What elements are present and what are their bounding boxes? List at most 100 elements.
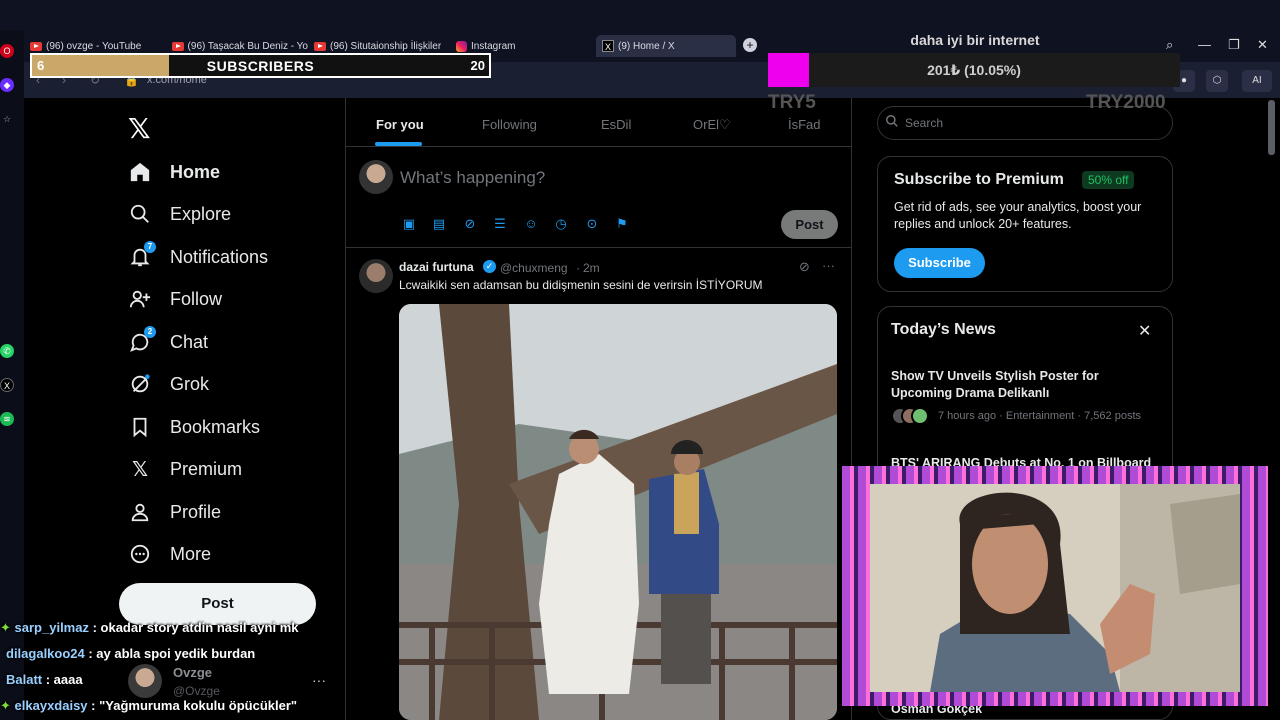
subscriber-goal: 20 (470, 58, 485, 73)
post-button[interactable]: Post (119, 583, 316, 625)
gem-icon: ✦ (0, 620, 11, 635)
sidebar-item-grok[interactable]: Grok (128, 369, 209, 399)
grok-icon[interactable]: ⊘ (799, 259, 810, 275)
x-logo-icon[interactable]: 𝕏 (128, 112, 151, 145)
pin-icon[interactable]: ☆ (0, 112, 14, 126)
tab-for-you[interactable]: For you (376, 117, 424, 132)
image-icon[interactable]: ▣ (401, 216, 417, 232)
divider (345, 146, 852, 147)
opera-icon[interactable]: O (0, 44, 14, 58)
tab-orel[interactable]: OrEl♡ (693, 117, 731, 133)
sidebar-item-label: Premium (170, 458, 243, 479)
close-icon[interactable]: ✕ (1138, 321, 1151, 341)
tweet-author-handle[interactable]: @chuxmeng (500, 261, 568, 275)
grok-icon[interactable]: ⊘ (462, 216, 478, 232)
maximize-button[interactable]: ❐ (1228, 37, 1240, 53)
gem-icon: ✦ (0, 698, 11, 713)
x-icon: 𝕏 (131, 458, 149, 481)
whatsapp-icon[interactable]: ✆ (0, 344, 14, 358)
sidebar-item-chat[interactable]: 2 Chat (128, 326, 209, 357)
grok-icon (128, 372, 152, 396)
compose-avatar[interactable] (359, 160, 393, 194)
flag-icon[interactable]: ⚑ (614, 216, 630, 232)
search-icon (128, 202, 152, 226)
sidebar-item-premium[interactable]: 𝕏 Premium (128, 454, 242, 484)
aria-icon[interactable]: ◆ (0, 78, 14, 92)
chat-username: Balatt (6, 672, 43, 687)
spotify-icon[interactable]: ≋ (0, 412, 14, 426)
instagram-icon (456, 40, 467, 52)
chat-icon: 2 (128, 326, 156, 354)
sidebar-item-follow[interactable]: Follow (128, 284, 222, 314)
tweet-more-icon[interactable]: ··· (822, 258, 835, 273)
youtube-icon (172, 41, 184, 51)
chat-message: dilagalkoo24 : ay abla spoi yedik burdan (6, 646, 255, 661)
new-tab-button[interactable]: + (743, 38, 757, 52)
account-avatar[interactable] (128, 664, 162, 698)
tweet-time[interactable]: 2m (583, 261, 600, 275)
search-placeholder: Search (905, 116, 944, 130)
sidebar-item-home[interactable]: Home (128, 157, 220, 187)
subscriber-goal-label: SUBSCRIBERS (206, 58, 315, 74)
bell-icon: 7 (128, 241, 156, 269)
webcam-overlay (842, 466, 1268, 706)
sidebar-item-explore[interactable]: Explore (128, 199, 231, 229)
ai-button[interactable]: AI (1242, 70, 1272, 92)
tab-x-home[interactable]: X (9) Home / X (596, 35, 736, 57)
sidebar-item-label: Chat (170, 331, 209, 352)
tab-label: (96) ovzge - YouTube (46, 40, 142, 52)
tweet-media[interactable] (399, 304, 837, 720)
tab-label: (96) Situtaionship İlişkiler (330, 40, 442, 52)
donation-goal-bar: 201₺ (10.05%) (768, 53, 1180, 87)
webcam-video (870, 484, 1240, 692)
compose-post-button[interactable]: Post (781, 210, 838, 239)
tweet-author-name[interactable]: dazai furtuna (399, 260, 474, 274)
scrollbar[interactable] (1268, 100, 1275, 155)
tab-isfad[interactable]: İsFad (788, 117, 821, 132)
subscribe-button[interactable]: Subscribe (894, 248, 985, 278)
news-avatars (891, 407, 933, 425)
sidebar-item-label: Grok (170, 373, 210, 394)
chat-username: elkayxdaisy (14, 698, 88, 713)
discount-badge: 50% off (1082, 171, 1135, 189)
donation-goal-title: daha iyi bir internet (910, 32, 1040, 48)
tweet-avatar[interactable] (359, 259, 393, 293)
sidebar-item-profile[interactable]: Profile (128, 497, 221, 527)
premium-description: Get rid of ads, see your analytics, boos… (894, 200, 1142, 231)
chat-text: : "Yağmuruma kokulu öpücükler" (87, 698, 298, 713)
news-item-title[interactable]: Show TV Unveils Stylish Poster for Upcom… (891, 368, 1161, 402)
account-more-icon[interactable]: ··· (312, 672, 326, 688)
more-icon (128, 542, 152, 566)
sidebar-item-bookmarks[interactable]: Bookmarks (128, 412, 260, 442)
x-icon[interactable]: X (0, 378, 14, 392)
verified-icon: ✓ (483, 260, 496, 273)
chat-text: : okadar story atdin nasil ayni mk (88, 620, 299, 635)
tab-following[interactable]: Following (482, 117, 537, 132)
compose-input[interactable]: What’s happening? (400, 168, 545, 188)
sidebar-item-more[interactable]: More (128, 539, 211, 569)
chat-username: dilagalkoo24 (6, 646, 85, 661)
chat-message: Balatt : aaaa (6, 672, 83, 687)
bookmark-icon (128, 415, 152, 439)
close-window-button[interactable]: ✕ (1257, 37, 1268, 53)
youtube-icon (314, 41, 326, 51)
schedule-icon[interactable]: ◷ (553, 216, 569, 232)
poll-icon[interactable]: ☰ (492, 216, 508, 232)
extensions-icon[interactable]: ⬡ (1206, 70, 1228, 92)
browser-sidebar: O ◆ ☆ ✆ X ≋ (0, 30, 24, 720)
chat-message: ✦ elkayxdaisy : "Yağmuruma kokulu öpücük… (0, 698, 297, 714)
emoji-icon[interactable]: ☺ (523, 216, 539, 232)
chat-badge: 2 (144, 326, 156, 338)
tab-label: (96) Taşacak Bu Deniz - Yo (187, 40, 308, 52)
news-item-meta: 7 hours ago · Entertainment · 7,562 post… (938, 410, 1142, 422)
gif-icon[interactable]: ▤ (431, 216, 447, 232)
premium-title: Subscribe to Premium (894, 171, 1064, 188)
donation-amount: 201₺ (10.05%) (927, 62, 1021, 78)
minimize-button[interactable]: — (1198, 37, 1211, 52)
tab-esdil[interactable]: EsDil (601, 117, 631, 132)
news-title: Today’s News (891, 321, 996, 338)
tab-search-icon[interactable]: ⌕ (1166, 37, 1173, 53)
location-icon[interactable]: ⊙ (584, 216, 600, 232)
youtube-icon (30, 41, 42, 51)
sidebar-item-notifications[interactable]: 7 Notifications (128, 241, 268, 272)
